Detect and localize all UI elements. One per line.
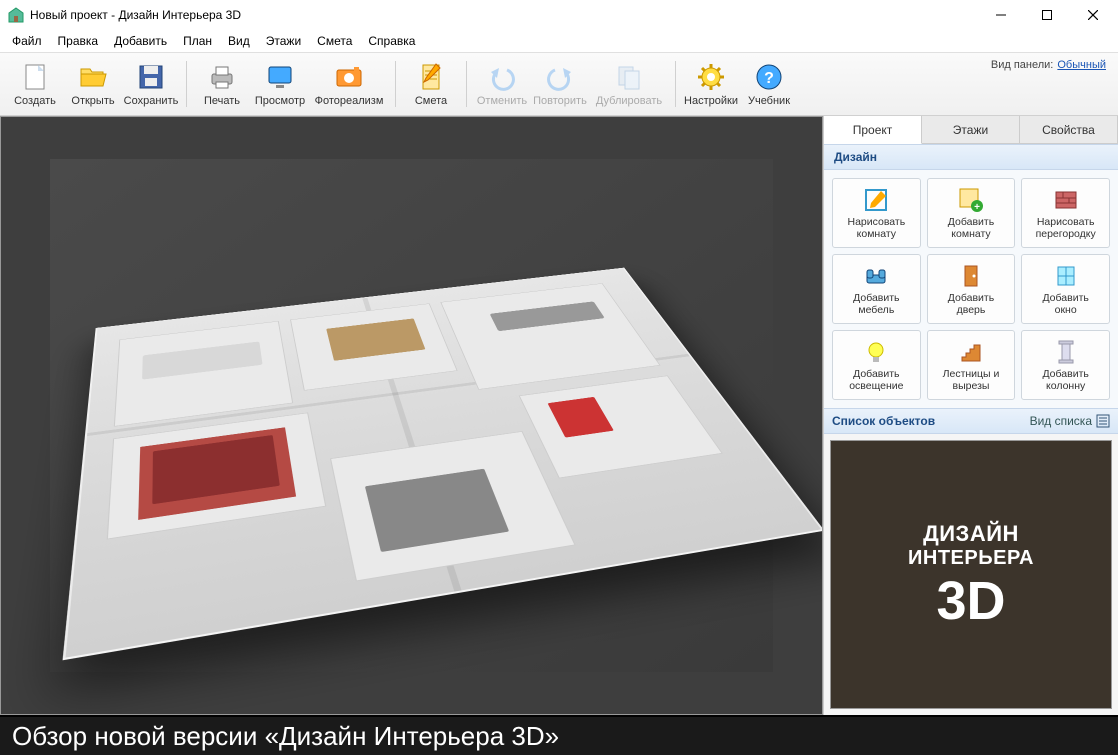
save-button[interactable]: Сохранить: [122, 55, 180, 113]
svg-text:?: ?: [764, 70, 774, 87]
gear-icon: [695, 61, 727, 93]
menu-estimate[interactable]: Смета: [309, 32, 360, 50]
side-panel: Проект Этажи Свойства Дизайн Нарисоватьк…: [823, 116, 1118, 715]
furniture-icon: [862, 262, 890, 290]
stairs-icon: [957, 338, 985, 366]
add-room-icon: +: [957, 186, 985, 214]
menu-edit[interactable]: Правка: [50, 32, 107, 50]
tab-properties[interactable]: Свойства: [1020, 116, 1118, 143]
redo-button[interactable]: Повторить: [531, 55, 589, 113]
undo-icon: [486, 61, 518, 93]
preview-button[interactable]: Просмотр: [251, 55, 309, 113]
duplicate-icon: [613, 61, 645, 93]
draw-room-button[interactable]: Нарисоватькомнату: [832, 178, 921, 248]
add-door-button[interactable]: Добавитьдверь: [927, 254, 1016, 324]
menubar: Файл Правка Добавить План Вид Этажи Смет…: [0, 30, 1118, 52]
window-title: Новый проект - Дизайн Интерьера 3D: [30, 8, 978, 22]
add-lighting-button[interactable]: Добавитьосвещение: [832, 330, 921, 400]
monitor-icon: [264, 61, 296, 93]
new-file-icon: [19, 61, 51, 93]
preview-thumbnail: ДИЗАЙН ИНТЕРЬЕРА 3D: [830, 440, 1112, 709]
print-button[interactable]: Печать: [193, 55, 251, 113]
menu-view[interactable]: Вид: [220, 32, 258, 50]
door-icon: [957, 262, 985, 290]
create-button[interactable]: Создать: [6, 55, 64, 113]
stairs-button[interactable]: Лестницы ивырезы: [927, 330, 1016, 400]
list-view-label[interactable]: Вид списка: [1030, 414, 1092, 428]
svg-text:+: +: [974, 202, 980, 213]
printer-icon: [206, 61, 238, 93]
estimate-button[interactable]: Смета: [402, 55, 460, 113]
side-tabs: Проект Этажи Свойства: [824, 116, 1118, 144]
help-button[interactable]: ? Учебник: [740, 55, 798, 113]
column-icon: [1052, 338, 1080, 366]
notebook-icon: [415, 61, 447, 93]
duplicate-button[interactable]: Дублировать: [589, 55, 669, 113]
save-icon: [135, 61, 167, 93]
footer-caption: Обзор новой версии «Дизайн Интерьера 3D»: [0, 715, 1118, 755]
tab-floors[interactable]: Этажи: [922, 116, 1020, 143]
open-button[interactable]: Открыть: [64, 55, 122, 113]
panel-view-selector: Вид панели: Обычный: [991, 55, 1112, 113]
maximize-button[interactable]: [1024, 0, 1070, 30]
design-tools-grid: Нарисоватькомнату +Добавитькомнату Нарис…: [824, 170, 1118, 408]
tab-project[interactable]: Проект: [824, 116, 922, 144]
help-icon: ?: [753, 61, 785, 93]
menu-add[interactable]: Добавить: [106, 32, 175, 50]
settings-button[interactable]: Настройки: [682, 55, 740, 113]
undo-button[interactable]: Отменить: [473, 55, 531, 113]
window-icon: [1052, 262, 1080, 290]
menu-file[interactable]: Файл: [4, 32, 50, 50]
design-section-header: Дизайн: [824, 144, 1118, 170]
add-room-button[interactable]: +Добавитькомнату: [927, 178, 1016, 248]
menu-help[interactable]: Справка: [360, 32, 423, 50]
panel-view-link[interactable]: Обычный: [1057, 59, 1106, 71]
wall-icon: [1052, 186, 1080, 214]
list-view-icon[interactable]: [1096, 414, 1110, 428]
close-button[interactable]: [1070, 0, 1116, 30]
app-icon: [8, 7, 24, 23]
folder-open-icon: [77, 61, 109, 93]
objects-list-header: Список объектов Вид списка: [824, 408, 1118, 434]
draw-partition-button[interactable]: Нарисоватьперегородку: [1021, 178, 1110, 248]
titlebar: Новый проект - Дизайн Интерьера 3D: [0, 0, 1118, 30]
minimize-button[interactable]: [978, 0, 1024, 30]
toolbar: Создать Открыть Сохранить Печать Просмот…: [0, 52, 1118, 116]
photorealism-button[interactable]: Фотореализм: [309, 55, 389, 113]
photo-icon: [333, 61, 365, 93]
add-column-button[interactable]: Добавитьколонну: [1021, 330, 1110, 400]
pencil-room-icon: [862, 186, 890, 214]
add-furniture-button[interactable]: Добавитьмебель: [832, 254, 921, 324]
menu-floors[interactable]: Этажи: [258, 32, 309, 50]
redo-icon: [544, 61, 576, 93]
add-window-button[interactable]: Добавитьокно: [1021, 254, 1110, 324]
menu-plan[interactable]: План: [175, 32, 220, 50]
3d-viewport[interactable]: [0, 116, 823, 715]
light-icon: [862, 338, 890, 366]
